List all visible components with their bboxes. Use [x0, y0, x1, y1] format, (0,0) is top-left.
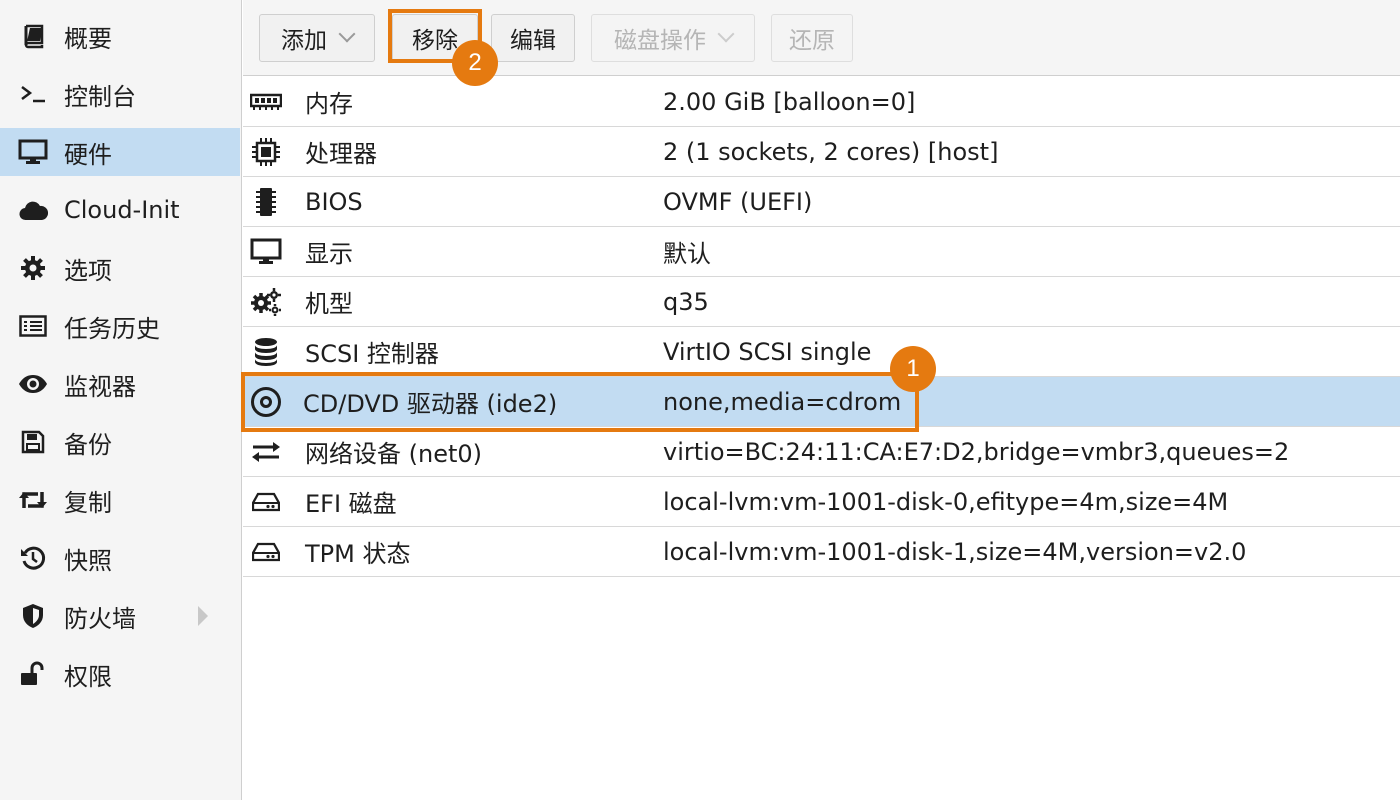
row-name: 处理器: [305, 140, 377, 168]
table-row[interactable]: CD/DVD 驱动器 (ide2) none,media=cdrom: [243, 377, 1400, 427]
sidebar-item-firewall[interactable]: 防火墙: [0, 592, 240, 640]
revert-button[interactable]: 还原: [771, 14, 853, 62]
sidebar-item-backup[interactable]: 备份: [0, 418, 240, 466]
step-badge-2: 2: [452, 40, 498, 86]
table-row[interactable]: 内存 2.00 GiB [balloon=0]: [243, 77, 1400, 127]
retweet-icon: [18, 485, 48, 515]
database-icon: [249, 335, 283, 369]
row-name: EFI 磁盘: [305, 490, 397, 518]
expand-arrow-icon[interactable]: [198, 606, 208, 626]
sidebar-item-hardware[interactable]: 硬件: [0, 128, 240, 176]
remove-button-label: 移除: [412, 28, 458, 54]
sidebar-item-console[interactable]: 控制台: [0, 70, 240, 118]
shield-icon: [18, 601, 48, 631]
toolbar: 添加 移除 编辑 磁盘操作 还原: [243, 0, 1400, 76]
disk-action-button-label: 磁盘操作: [614, 28, 706, 54]
row-value: local-lvm:vm-1001-disk-1,size=4M,version…: [663, 537, 1247, 566]
table-row[interactable]: BIOS OVMF (UEFI): [243, 177, 1400, 227]
sidebar-item-replication[interactable]: 复制: [0, 476, 240, 524]
edit-button-label: 编辑: [510, 28, 556, 54]
table-row[interactable]: 处理器 2 (1 sockets, 2 cores) [host]: [243, 127, 1400, 177]
microchip-icon: [249, 185, 283, 219]
sidebar-item-label: Cloud-Init: [64, 196, 180, 224]
row-value: none,media=cdrom: [663, 387, 902, 416]
sidebar-item-cloud-init[interactable]: Cloud-Init: [0, 186, 240, 234]
sidebar-item-label: 概要: [64, 24, 112, 53]
exchange-icon: [249, 435, 283, 469]
table-row[interactable]: SCSI 控制器 VirtIO SCSI single: [243, 327, 1400, 377]
memory-icon: [249, 85, 283, 119]
table-row[interactable]: EFI 磁盘 local-lvm:vm-1001-disk-0,efitype=…: [243, 477, 1400, 527]
sidebar-item-summary[interactable]: 概要: [0, 12, 240, 60]
row-name: 显示: [305, 240, 353, 268]
chevron-down-icon: [338, 25, 356, 43]
sidebar-item-label: 控制台: [64, 82, 136, 111]
desktop-icon: [249, 235, 283, 269]
sidebar-item-permissions[interactable]: 权限: [0, 650, 240, 698]
list-icon: [18, 311, 48, 341]
sidebar-item-label: 权限: [64, 662, 112, 691]
row-name: 机型: [305, 290, 353, 318]
sidebar-item-snapshots[interactable]: 快照: [0, 534, 240, 582]
row-value: VirtIO SCSI single: [663, 337, 872, 366]
eye-icon: [18, 369, 48, 399]
hdd-icon: [249, 535, 283, 569]
floppy-icon: [18, 427, 48, 457]
unlock-icon: [18, 659, 48, 689]
add-button[interactable]: 添加: [259, 14, 375, 62]
table-row[interactable]: 网络设备 (net0) virtio=BC:24:11:CA:E7:D2,bri…: [243, 427, 1400, 477]
sidebar-item-label: 任务历史: [64, 314, 160, 343]
step-badge-1: 1: [890, 346, 936, 392]
cogs-icon: [249, 285, 283, 319]
sidebar-item-label: 防火墙: [64, 604, 136, 633]
row-name: SCSI 控制器: [305, 340, 439, 368]
disc-icon: [249, 385, 283, 419]
sidebar-item-label: 监视器: [64, 372, 136, 401]
revert-button-label: 还原: [789, 28, 835, 54]
row-name: BIOS: [305, 187, 363, 216]
sidebar-item-label: 快照: [64, 546, 112, 575]
sidebar-item-monitor[interactable]: 监视器: [0, 360, 240, 408]
row-value: virtio=BC:24:11:CA:E7:D2,bridge=vmbr3,qu…: [663, 437, 1290, 466]
row-name: CD/DVD 驱动器 (ide2): [303, 390, 558, 418]
sidebar-item-task-history[interactable]: 任务历史: [0, 302, 240, 350]
table-row[interactable]: 机型 q35: [243, 277, 1400, 327]
row-name: TPM 状态: [305, 540, 411, 568]
chevron-down-icon: [717, 25, 735, 43]
gear-icon: [18, 253, 48, 283]
sidebar-item-options[interactable]: 选项: [0, 244, 240, 292]
terminal-icon: [18, 79, 48, 109]
history-icon: [18, 543, 48, 573]
hdd-icon: [249, 485, 283, 519]
sidebar-item-label: 备份: [64, 430, 112, 459]
disk-action-button[interactable]: 磁盘操作: [591, 14, 755, 62]
row-value: 2 (1 sockets, 2 cores) [host]: [663, 137, 999, 166]
row-value: OVMF (UEFI): [663, 187, 813, 216]
row-value: 默认: [663, 240, 711, 268]
sidebar-item-label: 硬件: [64, 140, 112, 169]
row-value: 2.00 GiB [balloon=0]: [663, 87, 916, 116]
row-value: local-lvm:vm-1001-disk-0,efitype=4m,size…: [663, 487, 1229, 516]
edit-button[interactable]: 编辑: [491, 14, 575, 62]
row-value: q35: [663, 287, 709, 316]
row-name: 网络设备 (net0): [305, 440, 483, 468]
sidebar: 概要 控制台 硬件 Cloud-Init 选项 任务历史 监视器 备份 复制 快…: [0, 0, 242, 800]
table-row[interactable]: TPM 状态 local-lvm:vm-1001-disk-1,size=4M,…: [243, 527, 1400, 577]
cpu-icon: [249, 135, 283, 169]
sidebar-item-label: 选项: [64, 256, 112, 285]
row-name: 内存: [305, 90, 353, 118]
add-button-label: 添加: [281, 28, 327, 54]
sidebar-item-label: 复制: [64, 488, 112, 517]
monitor-icon: [18, 137, 48, 167]
cloud-icon: [18, 195, 48, 225]
table-row[interactable]: 显示 默认: [243, 227, 1400, 277]
book-icon: [18, 21, 48, 51]
